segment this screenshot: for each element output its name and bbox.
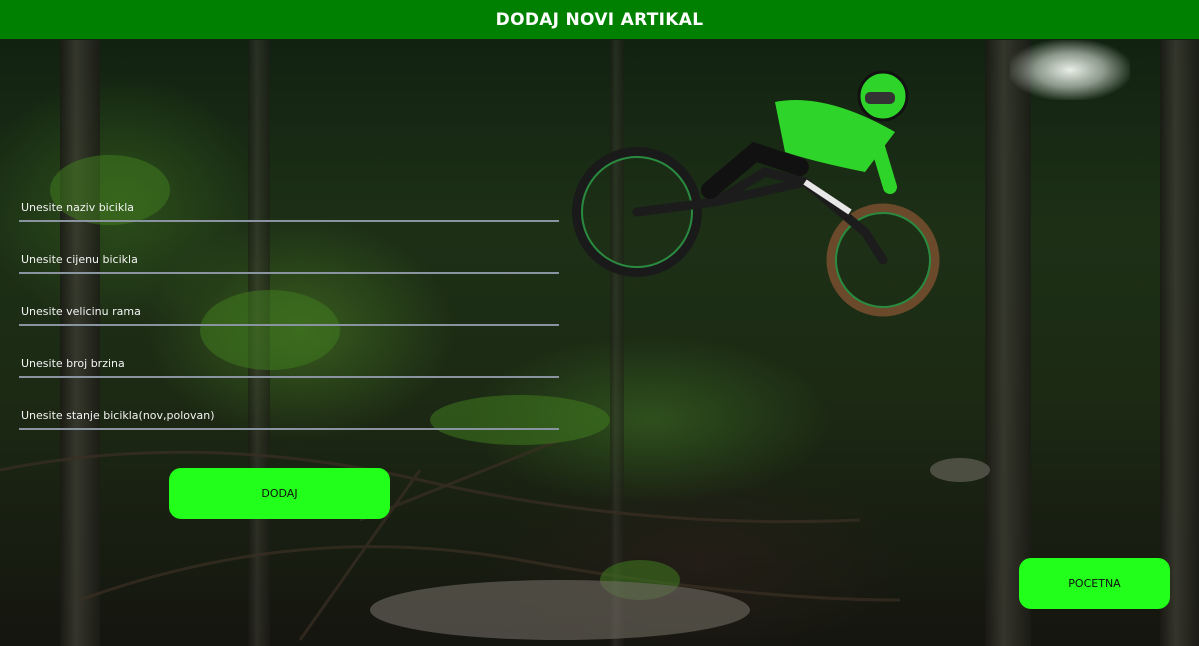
field-name-wrapper: [19, 190, 559, 242]
bike-rider-illustration: [572, 70, 940, 317]
frame-size-input[interactable]: [19, 294, 559, 326]
field-price-wrapper: [19, 242, 559, 294]
gear-count-input[interactable]: [19, 346, 559, 378]
field-frame-wrapper: [19, 294, 559, 346]
add-item-form: [19, 190, 559, 450]
bike-price-input[interactable]: [19, 242, 559, 274]
bike-name-input[interactable]: [19, 190, 559, 222]
page-title: DODAJ NOVI ARTIKAL: [495, 9, 704, 30]
field-gears-wrapper: [19, 346, 559, 398]
bike-frame: [632, 167, 888, 265]
rider-arm: [868, 130, 897, 194]
home-button[interactable]: POCETNA: [1019, 558, 1170, 609]
page-root: DODAJ NOVI ARTIKAL DODAJ POCETNA: [0, 0, 1199, 646]
bike-condition-input[interactable]: [19, 398, 559, 430]
add-button[interactable]: DODAJ: [169, 468, 390, 519]
field-condition-wrapper: [19, 398, 559, 450]
header-bar: DODAJ NOVI ARTIKAL: [0, 0, 1199, 39]
